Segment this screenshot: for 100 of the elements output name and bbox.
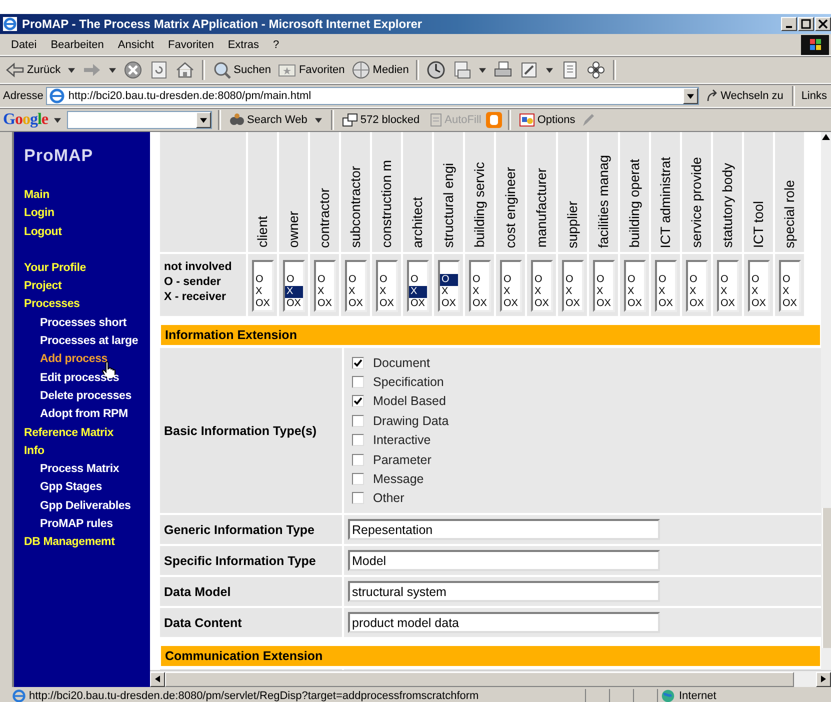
list-option[interactable]: X (656, 286, 674, 298)
list-box[interactable]: O X OX (376, 260, 398, 312)
list-box[interactable]: O X OX (314, 260, 336, 312)
list-box[interactable]: O X OX (530, 260, 552, 312)
popup-blocker-button[interactable]: 572 blocked (340, 112, 422, 128)
list-option[interactable]: OX (254, 298, 272, 310)
list-option[interactable]: OX (284, 298, 302, 310)
list-option[interactable]: X (378, 286, 396, 298)
list-option[interactable]: OX (316, 298, 334, 310)
list-option[interactable]: O (594, 274, 612, 286)
list-option[interactable]: OX (470, 298, 488, 310)
list-option[interactable]: OX (564, 298, 582, 310)
list-option[interactable]: X (346, 286, 364, 298)
list-option[interactable]: X (316, 286, 334, 298)
list-box[interactable]: O X OX (252, 260, 274, 312)
list-option[interactable]: OX (718, 298, 736, 310)
minimize-button[interactable] (781, 17, 797, 31)
list-option[interactable]: O (440, 274, 458, 286)
menu-item[interactable]: Datei (4, 38, 44, 50)
scroll-right-button[interactable] (816, 672, 831, 686)
list-option[interactable]: O (470, 274, 488, 286)
menu-item[interactable]: Favoriten (160, 38, 221, 50)
nav-link[interactable]: Processes at large (40, 332, 138, 350)
nav-link[interactable]: Login (24, 204, 54, 223)
scroll-left-button[interactable] (150, 672, 165, 686)
list-box[interactable]: O X OX (500, 260, 522, 312)
list-option[interactable]: O (718, 274, 736, 286)
list-option[interactable]: X (502, 286, 520, 298)
checkbox[interactable] (352, 376, 364, 388)
close-button[interactable] (815, 17, 831, 31)
list-option[interactable]: OX (656, 298, 674, 310)
nav-link[interactable]: DB Managememt (24, 533, 115, 552)
nav-link[interactable]: Process Matrix (40, 460, 120, 478)
list-option[interactable]: O (750, 274, 768, 286)
list-option[interactable]: OX (378, 298, 396, 310)
nav-link[interactable]: Adopt from RPM (40, 405, 128, 424)
caret-icon[interactable] (478, 68, 486, 72)
text-field[interactable]: structural system (348, 581, 660, 602)
list-option[interactable]: OX (502, 298, 520, 310)
checkbox[interactable] (352, 454, 364, 466)
list-box[interactable]: O X OX (748, 260, 770, 312)
list-option[interactable]: O (626, 274, 644, 286)
list-option[interactable]: OX (594, 298, 612, 310)
menu-item[interactable]: Bearbeiten (44, 38, 111, 50)
checkbox[interactable] (352, 395, 364, 408)
list-option[interactable]: X (626, 286, 644, 298)
dropdown-button[interactable] (682, 88, 698, 104)
go-button[interactable]: Wechseln zu (702, 89, 786, 103)
list-option[interactable]: X (470, 286, 488, 298)
nav-link[interactable]: Logout (24, 222, 62, 241)
list-box[interactable]: O X OX (592, 260, 614, 312)
search-button[interactable]: Suchen (210, 60, 273, 80)
list-option[interactable]: O (346, 274, 364, 286)
list-option[interactable]: OX (532, 298, 550, 310)
list-box[interactable]: O X OX (624, 260, 646, 312)
list-option[interactable]: O (656, 274, 674, 286)
dropdown-button[interactable] (196, 112, 212, 128)
list-box[interactable]: O X OX (282, 260, 304, 312)
menu-item[interactable]: Extras (220, 38, 266, 50)
nav-link[interactable]: Gpp Deliverables (40, 496, 131, 516)
checkbox[interactable] (352, 473, 364, 486)
list-option[interactable]: O (780, 274, 798, 286)
list-option[interactable]: OX (346, 298, 364, 310)
nav-link[interactable]: Processes short (40, 314, 126, 332)
list-option[interactable]: OX (780, 298, 798, 310)
nav-link[interactable]: Info (24, 442, 44, 460)
nav-link[interactable]: Processes (24, 295, 80, 314)
search-field[interactable] (67, 111, 212, 129)
list-option[interactable]: O (564, 274, 582, 286)
checkbox[interactable] (352, 414, 364, 427)
list-option[interactable]: X (532, 286, 550, 298)
checkbox[interactable] (352, 434, 364, 446)
list-box[interactable]: O X OX (438, 260, 460, 312)
list-box[interactable]: O X OX (468, 260, 490, 312)
list-box[interactable]: O X OX (716, 260, 738, 312)
text-field[interactable]: Repesentation (348, 519, 660, 540)
list-box[interactable]: O X OX (406, 260, 428, 312)
list-option[interactable]: X (780, 286, 798, 298)
list-option[interactable]: O (284, 274, 302, 286)
list-box[interactable]: O X OX (344, 260, 366, 312)
list-box[interactable]: O X OX (778, 260, 800, 312)
list-option[interactable]: O (316, 274, 334, 286)
scroll-up-icon[interactable] (822, 134, 830, 140)
list-option[interactable]: OX (408, 298, 426, 310)
list-option[interactable]: X (688, 286, 706, 298)
list-option[interactable]: O (254, 274, 272, 286)
caret-icon[interactable] (315, 118, 322, 122)
list-option[interactable]: X (408, 286, 426, 298)
address-field[interactable]: http://bci20.bau.tu-dresden.de:8080/pm/main.html (46, 87, 699, 105)
menu-item[interactable]: Ansicht (110, 38, 161, 50)
list-option[interactable]: X (440, 286, 458, 298)
caret-icon[interactable] (68, 68, 75, 72)
nav-link[interactable]: ProMAP rules (40, 515, 113, 534)
text-field[interactable]: Model (348, 550, 660, 572)
list-option[interactable]: X (718, 286, 736, 298)
nav-link[interactable]: Delete processes (40, 386, 132, 406)
list-box[interactable]: O X OX (562, 260, 584, 312)
maximize-button[interactable] (798, 17, 814, 31)
list-box[interactable]: O X OX (654, 260, 676, 312)
list-option[interactable]: O (532, 274, 550, 286)
